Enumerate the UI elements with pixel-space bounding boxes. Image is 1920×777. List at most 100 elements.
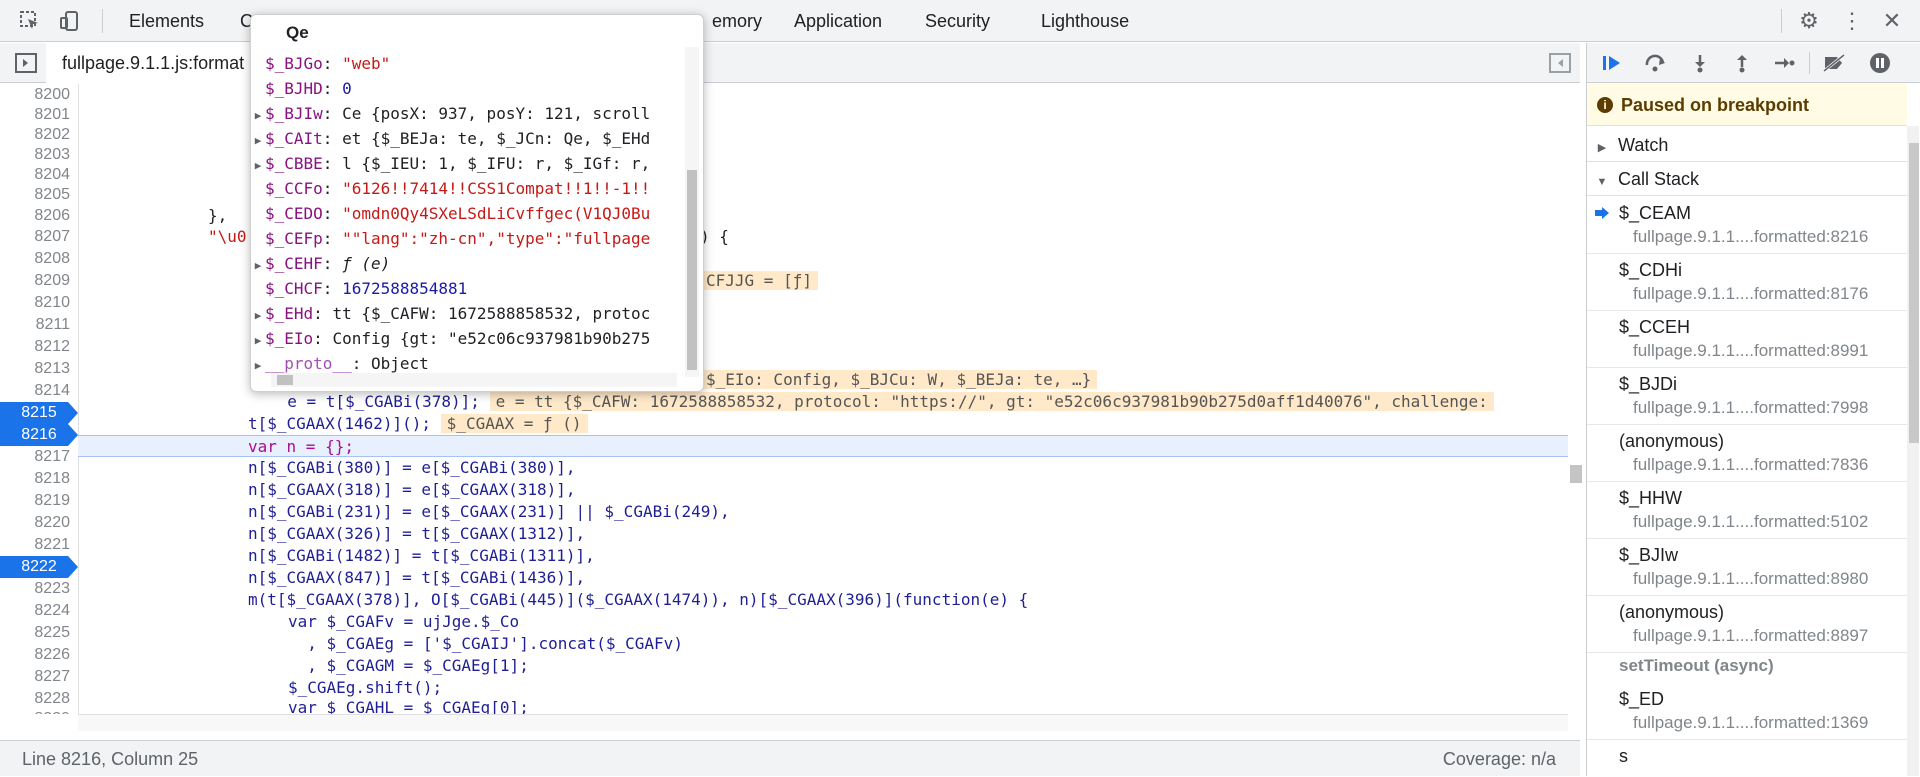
line-number[interactable]: 8202 [0, 124, 70, 146]
line-number[interactable]: 8211 [0, 314, 70, 336]
property-row[interactable]: $_CHCF: 1672588854881 [251, 276, 687, 301]
tab-lighthouse[interactable]: Lighthouse [1041, 0, 1129, 42]
line-number[interactable]: 8206 [0, 205, 70, 227]
toolbar-divider [102, 9, 103, 33]
coverage-status[interactable]: Coverage: n/a [1443, 741, 1556, 777]
code-line: ) { [700, 227, 729, 246]
chevron-down-icon: ▼ [1596, 176, 1608, 188]
horizontal-scrollbar[interactable] [78, 714, 1568, 731]
breakpoint-marker[interactable]: 8216 [0, 424, 78, 446]
popover-horizontal-scrollbar[interactable] [271, 373, 677, 387]
line-number[interactable]: 8227 [0, 666, 70, 688]
step-icon[interactable] [1771, 51, 1797, 75]
line-number[interactable]: 8217 [0, 446, 70, 468]
expand-triangle-icon[interactable]: ▶ [251, 303, 265, 326]
tab-application[interactable]: Application [794, 0, 882, 42]
call-frame[interactable]: $_CCEH fullpage.9.1.1....formatted:8991 [1587, 311, 1907, 368]
expand-triangle-icon[interactable]: ▶ [251, 153, 265, 176]
line-number[interactable]: 8210 [0, 292, 70, 314]
step-out-icon[interactable] [1729, 51, 1755, 75]
line-number[interactable]: 8200 [0, 84, 70, 106]
tab-memory[interactable]: emory [712, 0, 762, 42]
expand-triangle-icon[interactable]: ▶ [251, 128, 265, 151]
line-number[interactable]: 8226 [0, 644, 70, 666]
line-number[interactable]: 8204 [0, 164, 70, 186]
step-into-icon[interactable] [1687, 51, 1713, 75]
line-number[interactable]: 8224 [0, 600, 70, 622]
line-number[interactable]: 8209 [0, 270, 70, 292]
property-row[interactable]: $_CCFo: "6126!!7414!!CSS1Compat!!1!!-1!! [251, 176, 687, 201]
toggle-navigator-icon[interactable] [14, 51, 38, 75]
property-row[interactable]: $_BJGo: "web" [251, 51, 687, 76]
property-row[interactable]: ▶ $_EHd: tt {$_CAFW: 1672588858532, proto… [251, 301, 687, 326]
file-tab[interactable]: fullpage.9.1.1.js:format [46, 43, 262, 83]
call-frame[interactable]: $_BJDi fullpage.9.1.1....formatted:7998 [1587, 368, 1907, 425]
watch-section-header[interactable]: ▶ Watch [1587, 128, 1907, 162]
inspect-element-icon[interactable] [18, 9, 42, 33]
step-over-icon[interactable] [1643, 51, 1669, 75]
line-number[interactable]: 8212 [0, 336, 70, 358]
expand-triangle-icon[interactable]: ▶ [251, 328, 265, 351]
line-number[interactable]: 8208 [0, 248, 70, 270]
popover-title: Qe [286, 23, 309, 42]
property-row[interactable]: ▶ $_EIo: Config {gt: "e52c06c937981b90b27… [251, 326, 687, 351]
vertical-scrollbar-thumb[interactable] [1570, 465, 1582, 483]
code-line: t[$_CGAAX(1462)](); $_CGAAX = ƒ () [248, 413, 1568, 435]
property-row[interactable]: $_CEDO: "omdn0Qy4SXeLSdLiCvffgec(V1QJ0Bu [251, 201, 687, 226]
line-number[interactable]: 8219 [0, 490, 70, 512]
chevron-right-icon: ▶ [1597, 142, 1607, 154]
line-number[interactable]: 8207 [0, 226, 70, 248]
deactivate-breakpoints-icon[interactable] [1821, 51, 1847, 75]
line-number[interactable]: 8220 [0, 512, 70, 534]
expand-triangle-icon[interactable]: ▶ [251, 353, 265, 376]
gear-icon[interactable]: ⚙ [1797, 8, 1821, 33]
code-editor[interactable]: 8200 8201 8202 8203 8204 8205 8206 8207 … [0, 84, 1568, 714]
call-frame[interactable]: $_CEAM fullpage.9.1.1....formatted:8216 [1587, 197, 1907, 254]
call-frame[interactable]: $_BJIw fullpage.9.1.1....formatted:8980 [1587, 539, 1907, 596]
property-row[interactable]: ▶ $_CAIt: et {$_BEJa: te, $_JCn: Qe, $_EH… [251, 126, 687, 151]
line-number[interactable]: 8203 [0, 144, 70, 166]
property-row[interactable]: $_CEFp: ""lang":"zh-cn","type":"fullpage [251, 226, 687, 251]
sidebar-scrollbar-thumb[interactable] [1909, 143, 1919, 443]
call-frame[interactable]: (anonymous) fullpage.9.1.1....formatted:… [1587, 425, 1907, 482]
line-number[interactable]: 8213 [0, 358, 70, 380]
line-number[interactable]: 8223 [0, 578, 70, 600]
breakpoint-marker[interactable]: 8215 [0, 402, 78, 424]
line-gutter[interactable]: 8200 8201 8202 8203 8204 8205 8206 8207 … [0, 84, 79, 714]
line-number[interactable]: 8201 [0, 104, 70, 126]
call-stack-section-header[interactable]: ▼ Call Stack [1587, 162, 1907, 196]
call-frame[interactable]: s [1587, 740, 1907, 776]
source-tab-bar: fullpage.9.1.1.js:format [0, 43, 1580, 83]
object-preview-popover[interactable]: Qe $_BJGo: "web" $_BJHD: 0 ▶ $_BJIw: Ce {… [250, 14, 704, 392]
code-line: n[$_CGAAX(326)] = t[$_CGAAX(1312)], [248, 524, 586, 543]
line-number[interactable]: 8218 [0, 468, 70, 490]
pause-on-exceptions-icon[interactable] [1867, 51, 1893, 75]
property-row[interactable]: $_BJHD: 0 [251, 76, 687, 101]
tab-elements[interactable]: Elements [129, 0, 204, 42]
breakpoint-marker[interactable]: 8222 [0, 556, 78, 578]
expand-triangle-icon[interactable]: ▶ [251, 253, 265, 276]
line-number[interactable]: 8205 [0, 184, 70, 206]
line-number[interactable]: 8214 [0, 380, 70, 402]
property-row[interactable]: ▶ $_CBBE: l {$_IEU: 1, $_IFU: r, $_IGf: r… [251, 151, 687, 176]
popover-horizontal-scrollbar-thumb[interactable] [277, 375, 293, 385]
resume-icon[interactable] [1599, 51, 1625, 75]
call-frame[interactable]: (anonymous) fullpage.9.1.1....formatted:… [1587, 596, 1907, 653]
line-number[interactable]: 8228 [0, 688, 70, 710]
popover-scrollbar-thumb[interactable] [687, 170, 697, 370]
more-options-icon[interactable]: ⋮ [1840, 8, 1864, 33]
property-row[interactable]: ▶ $_BJIw: Ce {posX: 937, posY: 121, scrol… [251, 101, 687, 126]
call-frame[interactable]: $_CDHi fullpage.9.1.1....formatted:8176 [1587, 254, 1907, 311]
device-toolbar-icon[interactable] [58, 9, 82, 33]
close-icon[interactable]: ✕ [1880, 8, 1904, 33]
expand-triangle-icon[interactable]: ▶ [251, 103, 265, 126]
call-frame[interactable]: $_HHW fullpage.9.1.1....formatted:5102 [1587, 482, 1907, 539]
property-row[interactable]: ▶ $_CEHF: ƒ (e) [251, 251, 687, 276]
line-number[interactable]: 8225 [0, 622, 70, 644]
line-number[interactable]: 8229 [0, 708, 70, 714]
line-number[interactable]: 8221 [0, 534, 70, 556]
tab-security[interactable]: Security [925, 0, 990, 42]
toggle-debugger-icon[interactable] [1548, 51, 1572, 75]
code-line: n[$_CGABi(231)] = e[$_CGAAX(231)] || $_C… [248, 502, 730, 521]
call-frame[interactable]: $_ED fullpage.9.1.1....formatted:1369 [1587, 683, 1907, 740]
